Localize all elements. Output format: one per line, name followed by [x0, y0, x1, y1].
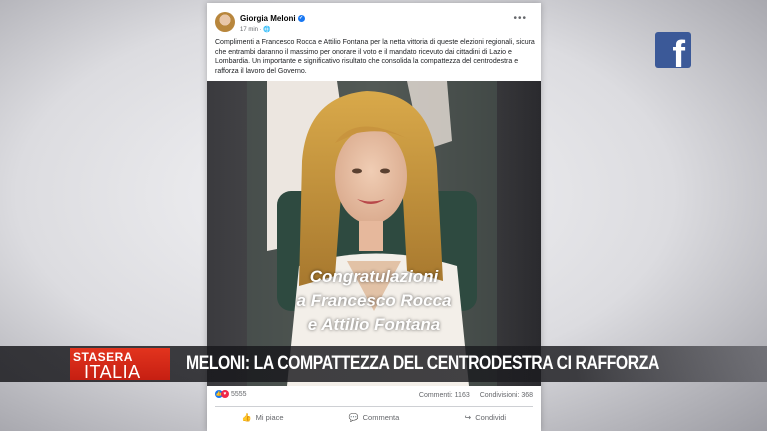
verified-icon: ✓ [297, 15, 305, 23]
love-reaction-icon: ♥ [221, 390, 229, 398]
comment-icon: 💬 [348, 413, 359, 422]
divider [215, 406, 533, 407]
share-icon: ↪ [464, 413, 472, 422]
more-options-button[interactable]: ••• [513, 13, 527, 24]
shares-count[interactable]: Condivisioni: 368 [480, 392, 533, 399]
show-name-line-2: ITALIA [84, 362, 141, 382]
post-actions: 👍 Mi piace 💬 Commenta ↪ Condividi [207, 409, 541, 427]
comment-label: Commenta [362, 413, 400, 422]
show-logo: STASERA ITALIA [70, 348, 170, 382]
post-image[interactable]: Congratulazioni a Francesco Rocca e Atti… [207, 81, 541, 386]
like-label: Mi piace [255, 413, 284, 422]
author-name[interactable]: Giorgia Meloni [240, 14, 296, 23]
facebook-icon: f [655, 32, 691, 68]
news-banner: STASERA ITALIA MELONI: LA COMPATTEZZA DE… [0, 346, 767, 382]
image-text-line-2: a Francesco Rocca [296, 291, 452, 310]
facebook-logo-glyph: f [672, 34, 685, 68]
image-text-line-3: e Attilio Fontana [307, 315, 441, 334]
share-button[interactable]: ↪ Condividi [430, 409, 541, 427]
image-text-line-1: Congratulazioni [309, 267, 439, 286]
post-caption: Complimenti a Francesco Rocca e Attilio … [215, 39, 535, 75]
thumbs-up-icon: 👍 [241, 413, 252, 422]
post-time[interactable]: 17 min · 🌐 [240, 26, 271, 33]
comments-count[interactable]: Commenti: 1163 [419, 392, 470, 399]
reactions-summary[interactable]: 👍♥ 5555 [215, 390, 247, 398]
comment-button[interactable]: 💬 Commenta [318, 409, 429, 427]
author-line: Giorgia Meloni ✓ [240, 14, 305, 23]
banner-headline: MELONI: LA COMPATTEZZA DEL CENTRODESTRA … [186, 353, 659, 374]
portrait-photo [207, 81, 541, 386]
avatar[interactable] [215, 12, 235, 32]
share-label: Condividi [475, 413, 507, 422]
post-header: Giorgia Meloni ✓ 17 min · 🌐 ••• [215, 9, 533, 33]
post-stats: Commenti: 1163 Condivisioni: 368 [411, 392, 533, 399]
reactions-count: 5555 [230, 390, 247, 398]
like-button[interactable]: 👍 Mi piace [207, 409, 318, 427]
